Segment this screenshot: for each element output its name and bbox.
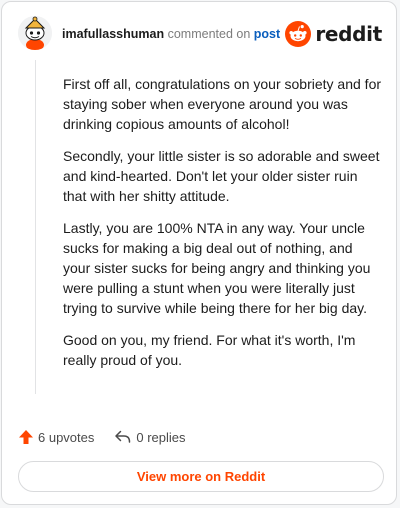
upvote-button[interactable]: 6 upvotes	[18, 429, 94, 445]
reddit-logo-icon	[285, 21, 312, 47]
reply-arrow-icon	[115, 430, 131, 443]
reddit-brand[interactable]: reddit	[285, 20, 382, 48]
comment-body: First off all, congratulations on your s…	[63, 74, 381, 382]
comment-meta: imafullasshuman commented on post	[62, 27, 280, 41]
comment-embed-card: imafullasshuman commented on post reddit…	[1, 1, 397, 505]
comment-header: imafullasshuman commented on post reddit	[18, 16, 382, 52]
reply-count: 0 replies	[136, 429, 186, 445]
thread-line	[35, 60, 36, 394]
comment-paragraph: Secondly, your little sister is so adora…	[63, 148, 380, 204]
comment-paragraph: First off all, congratulations on your s…	[63, 76, 382, 132]
reply-button[interactable]: 0 replies	[114, 429, 186, 445]
comment-paragraph: Good on you, my friend. For what it's wo…	[63, 332, 356, 368]
comment-paragraph: Lastly, you are 100% NTA in any way. You…	[63, 220, 371, 316]
reddit-wordmark: reddit	[315, 22, 382, 46]
commented-on-label: commented on	[167, 27, 251, 41]
upvote-arrow-icon	[19, 430, 33, 444]
username-link[interactable]: imafullasshuman	[62, 27, 164, 41]
snoo-avatar-icon[interactable]	[18, 16, 52, 50]
comment-actions: 6 upvotes 0 replies	[18, 426, 206, 448]
post-link[interactable]: post	[254, 27, 280, 41]
view-more-on-reddit-button[interactable]: View more on Reddit	[18, 461, 384, 492]
upvote-count: 6 upvotes	[38, 429, 95, 445]
